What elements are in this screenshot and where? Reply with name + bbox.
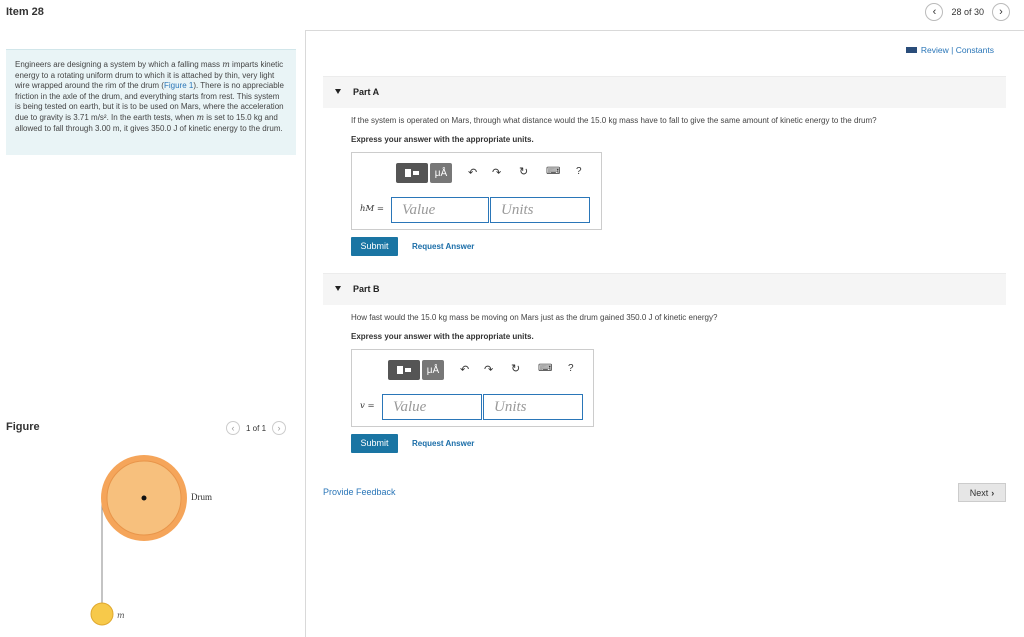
unit-accel: m/s² — [91, 112, 107, 122]
part-b-express: Express your answer with the appropriate… — [351, 332, 534, 341]
help-icon[interactable]: ? — [576, 166, 582, 177]
part-a-header[interactable]: Part A — [323, 76, 1006, 108]
part-a-answer-box: μÅ ↶ ↷ ↻ ⌨ ? hM = Value Units — [351, 152, 602, 230]
unit-m: m — [112, 123, 120, 133]
chevron-left-icon: ‹ — [932, 6, 937, 18]
part-a-question: If the system is operated on Mars, throu… — [351, 116, 877, 125]
item-pager: ‹ 28 of 30 › — [925, 3, 1010, 21]
part-a-variable-label: hM = — [360, 204, 385, 214]
part-a-units-input[interactable]: Units — [490, 197, 590, 223]
figure-prev-button[interactable]: ‹ — [226, 421, 240, 435]
problem-text: of kinetic energy to the drum. — [177, 123, 283, 133]
part-b-submit-button[interactable]: Submit — [351, 434, 398, 453]
problem-text: is set to 15.0 — [204, 112, 254, 122]
part-b-value-input[interactable]: Value — [382, 394, 482, 420]
redo-icon[interactable]: ↷ — [492, 166, 501, 179]
template-button[interactable] — [388, 360, 420, 380]
figure-label: Figure — [6, 421, 40, 433]
mass-label: m — [117, 611, 125, 620]
part-a-express: Express your answer with the appropriate… — [351, 135, 534, 144]
part-b-answer-box: μÅ ↶ ↷ ↻ ⌨ ? v = Value Units — [351, 349, 594, 427]
provide-feedback-link[interactable]: Provide Feedback — [323, 487, 396, 497]
figure-next-button[interactable]: › — [272, 421, 287, 435]
figure-pager: ‹ 1 of 1 › — [226, 421, 287, 435]
part-b-units-input[interactable]: Units — [483, 394, 583, 420]
part-a-label: Part A — [353, 87, 380, 97]
mass-symbol: m — [196, 112, 205, 122]
problem-text: , it gives 350.0 — [119, 123, 174, 133]
help-icon[interactable]: ? — [568, 363, 574, 374]
part-b-header[interactable]: Part B — [323, 273, 1006, 305]
chevron-right-icon: › — [999, 6, 1003, 18]
mass-symbol: m — [222, 60, 230, 69]
figure-link[interactable]: Figure 1 — [164, 81, 193, 90]
next-button[interactable]: Next › — [958, 483, 1006, 502]
column-divider — [305, 30, 306, 637]
item-title: Item 28 — [6, 6, 44, 18]
previous-item-button[interactable]: ‹ — [925, 3, 944, 21]
redo-icon[interactable]: ↷ — [484, 363, 493, 376]
caret-down-icon — [335, 286, 341, 291]
template-icon — [413, 171, 419, 175]
reset-icon[interactable]: ↻ — [511, 362, 520, 375]
next-button-label: Next — [969, 487, 989, 498]
template-icon — [405, 169, 411, 177]
review-constants-text: Review | Constants — [920, 45, 994, 55]
book-icon — [905, 47, 917, 53]
template-icon — [397, 366, 403, 374]
chevron-right-icon: › — [991, 487, 995, 498]
part-b-toolbar: μÅ ↶ ↷ ↻ ⌨ ? — [352, 360, 593, 382]
problem-text: Engineers are designing a system by whic… — [15, 60, 223, 69]
keyboard-icon[interactable]: ⌨ — [546, 166, 560, 177]
template-button[interactable] — [396, 163, 428, 183]
part-a-value-input[interactable]: Value — [391, 197, 489, 223]
item-pager-text: 28 of 30 — [951, 7, 984, 17]
keyboard-icon[interactable]: ⌨ — [538, 363, 552, 374]
drum-axle — [141, 495, 147, 501]
drum-label: Drum — [191, 492, 212, 502]
reset-icon[interactable]: ↻ — [519, 165, 528, 178]
part-a-input-row: hM = Value Units — [352, 197, 601, 223]
next-item-button[interactable]: › — [992, 3, 1010, 21]
header-divider — [305, 30, 1024, 31]
top-bar: Item 28 ‹ 28 of 30 › — [0, 0, 1024, 26]
part-a-submit-button[interactable]: Submit — [351, 237, 398, 256]
undo-icon[interactable]: ↶ — [460, 363, 469, 376]
template-icon — [405, 368, 411, 372]
figure-pager-text: 1 of 1 — [246, 423, 267, 433]
part-b-input-row: v = Value Units — [352, 394, 593, 420]
problem-statement: Engineers are designing a system by whic… — [6, 49, 296, 155]
units-button-label: μÅ — [434, 167, 448, 179]
hanging-mass — [90, 602, 114, 626]
caret-down-icon — [335, 89, 341, 94]
review-constants-link[interactable]: Review | Constants — [905, 45, 994, 55]
problem-text: . In the earth tests, when — [106, 112, 197, 122]
part-b-variable-label: v = — [360, 401, 375, 411]
part-b-request-answer[interactable]: Request Answer — [412, 439, 474, 448]
units-button[interactable]: μÅ — [430, 163, 452, 183]
drum-figure: Drum m — [90, 455, 212, 626]
undo-icon[interactable]: ↶ — [468, 166, 477, 179]
part-a-request-answer[interactable]: Request Answer — [412, 242, 474, 251]
part-b-question: How fast would the 15.0 kg mass be movin… — [351, 313, 718, 322]
part-b-label: Part B — [353, 284, 380, 294]
units-button[interactable]: μÅ — [422, 360, 444, 380]
part-a-toolbar: μÅ ↶ ↷ ↻ ⌨ ? — [352, 163, 601, 185]
units-button-label: μÅ — [426, 364, 440, 376]
